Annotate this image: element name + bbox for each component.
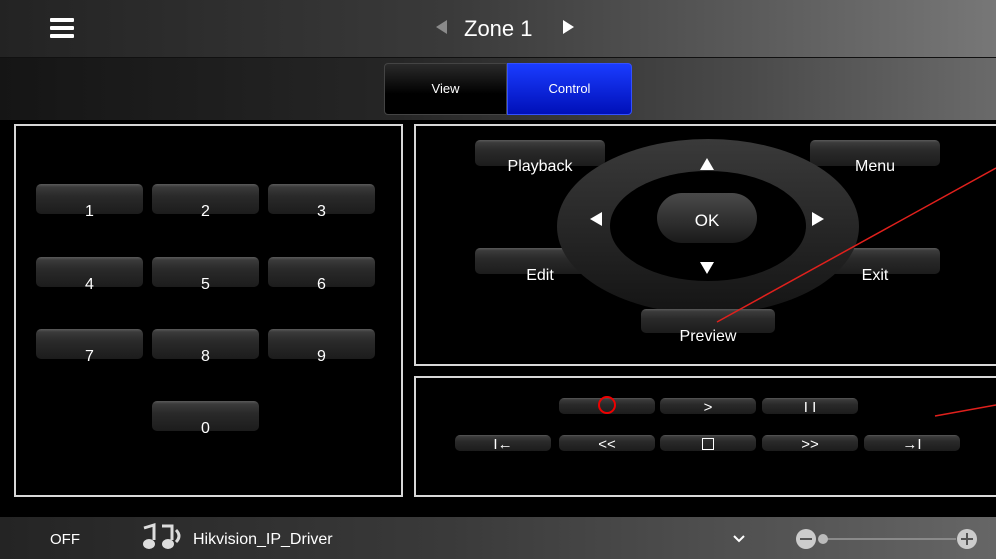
rewind-button[interactable]: <<	[559, 435, 655, 453]
key-5-button[interactable]: 5	[152, 257, 259, 293]
key-9-button[interactable]: 9	[268, 329, 375, 365]
key-0-button[interactable]: 0	[152, 401, 259, 437]
key-1-button[interactable]: 1	[36, 184, 143, 220]
fast-forward-button[interactable]: >>	[762, 435, 858, 453]
menu-button[interactable]: Menu	[810, 140, 940, 175]
playback-button[interactable]: Playback	[475, 140, 605, 175]
volume-up-icon[interactable]	[957, 529, 977, 549]
volume-down-icon[interactable]	[796, 529, 816, 549]
key-2-button[interactable]: 2	[152, 184, 259, 220]
chevron-down-icon[interactable]	[733, 533, 745, 545]
zone-title: Zone 1	[464, 16, 533, 41]
volume-handle[interactable]	[818, 534, 828, 544]
arrow-left-icon[interactable]	[590, 212, 602, 226]
pause-button[interactable]: I I	[762, 398, 858, 416]
key-8-button[interactable]: 8	[152, 329, 259, 365]
key-4-button[interactable]: 4	[36, 257, 143, 293]
arrow-right-icon[interactable]	[812, 212, 824, 226]
record-button[interactable]	[559, 396, 655, 414]
play-button[interactable]: >	[660, 398, 756, 416]
ok-button[interactable]: OK	[657, 193, 757, 243]
arrow-down-icon[interactable]	[700, 262, 714, 274]
key-7-button[interactable]: 7	[36, 329, 143, 365]
device-name: Hikvision_IP_Driver	[193, 531, 333, 548]
stop-icon	[702, 438, 714, 450]
skip-back-button[interactable]: I←	[455, 435, 551, 453]
tab-control[interactable]: Control	[507, 63, 632, 115]
preview-button[interactable]: Preview	[641, 309, 775, 345]
key-6-button[interactable]: 6	[268, 257, 375, 293]
skip-forward-button[interactable]: →I	[864, 435, 960, 453]
menu-icon[interactable]	[50, 18, 74, 38]
previous-zone-icon[interactable]	[436, 20, 447, 34]
volume-slider[interactable]	[822, 538, 956, 540]
power-off-button[interactable]: OFF	[50, 531, 80, 548]
music-note-icon	[143, 522, 181, 549]
arrow-up-icon[interactable]	[700, 158, 714, 170]
stop-button[interactable]	[660, 435, 756, 451]
tab-view[interactable]: View	[384, 63, 507, 115]
key-3-button[interactable]: 3	[268, 184, 375, 220]
next-zone-icon[interactable]	[563, 20, 574, 34]
numpad-panel	[14, 124, 403, 497]
record-icon	[598, 396, 616, 414]
